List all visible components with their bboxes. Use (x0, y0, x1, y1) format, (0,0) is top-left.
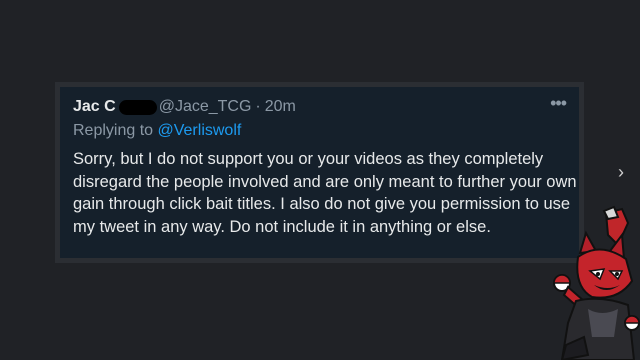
chevron-right-icon[interactable]: › (618, 162, 624, 183)
more-icon[interactable]: ••• (550, 94, 567, 112)
redaction-scribble (118, 99, 157, 115)
replying-prefix: Replying to (73, 122, 154, 139)
red-wolf-mascot-drawing (553, 205, 640, 360)
tweet-text: Sorry, but I do not support you or your … (73, 150, 577, 236)
header-separator: · (255, 98, 261, 115)
author-name[interactable]: Jac C (73, 98, 116, 116)
tweet-header: Jac C @Jace_TCG · 20m (73, 96, 567, 118)
mention-link[interactable]: @Verliswolf (158, 122, 242, 139)
tweet-card: Jac C @Jace_TCG · 20m ••• Replying to @V… (60, 87, 579, 258)
tweet-screenshot-frame: Jac C @Jace_TCG · 20m ••• Replying to @V… (55, 82, 584, 263)
replying-to-line: Replying to @Verliswolf (73, 122, 567, 142)
author-handle[interactable]: @Jace_TCG (159, 98, 252, 116)
tweet-timestamp[interactable]: 20m (265, 98, 296, 116)
